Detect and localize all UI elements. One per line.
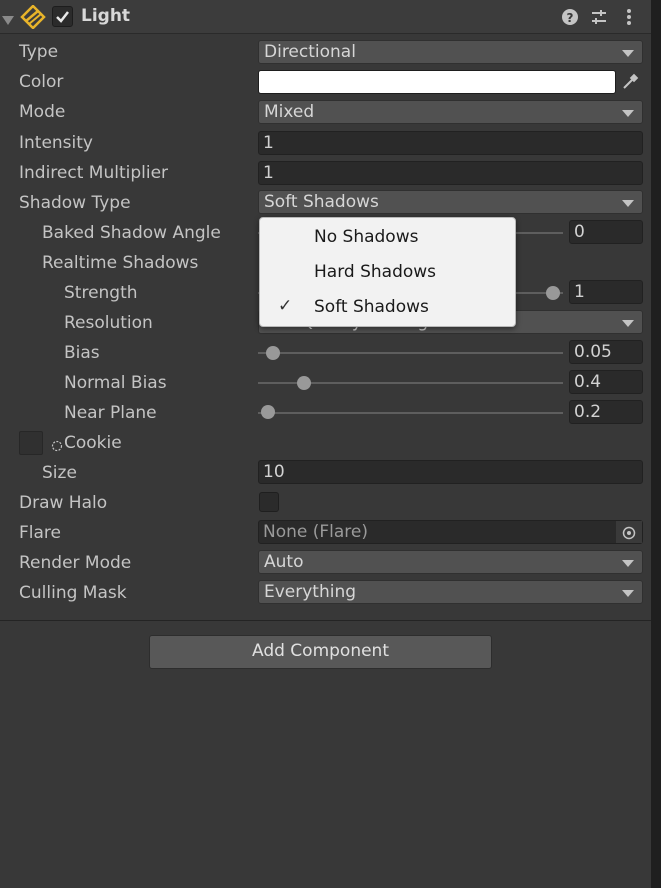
chevron-down-icon <box>622 200 634 207</box>
intensity-field[interactable]: 1 <box>258 131 643 155</box>
option-label: Soft Shadows <box>314 297 429 317</box>
indirect-multiplier-field[interactable]: 1 <box>258 161 643 185</box>
shadow-type-dropdown[interactable]: Soft Shadows <box>258 190 643 214</box>
type-value: Directional <box>264 42 356 62</box>
draw-halo-checkbox[interactable] <box>259 492 279 512</box>
near-plane-label: Near Plane <box>64 403 157 423</box>
size-field[interactable]: 10 <box>258 460 643 484</box>
cookie-foldout-toggle[interactable] <box>19 431 43 455</box>
component-title: Light <box>81 6 131 26</box>
intensity-label: Intensity <box>19 133 93 153</box>
cookie-circle-icon <box>51 437 63 457</box>
normal-bias-field[interactable]: 0.4 <box>569 370 643 394</box>
mode-dropdown[interactable]: Mixed <box>258 100 643 124</box>
chevron-down-icon <box>622 110 634 117</box>
type-label: Type <box>19 42 59 62</box>
strength-label: Strength <box>64 283 138 303</box>
mode-value: Mixed <box>264 102 315 122</box>
realtime-shadows-label: Realtime Shadows <box>42 253 199 273</box>
shadow-type-popup-menu: No Shadows Hard Shadows ✓ Soft Shadows <box>259 217 516 327</box>
type-dropdown[interactable]: Directional <box>258 40 643 64</box>
draw-halo-label: Draw Halo <box>19 493 108 513</box>
window-edge <box>651 0 661 888</box>
svg-text:?: ? <box>567 11 574 25</box>
chevron-down-icon <box>622 50 634 57</box>
color-label: Color <box>19 72 64 92</box>
popup-option-no-shadows[interactable]: No Shadows <box>260 221 515 254</box>
culling-mask-value: Everything <box>264 582 357 602</box>
kebab-menu-icon[interactable] <box>626 9 632 30</box>
target-icon <box>622 525 636 545</box>
light-component-icon <box>20 4 46 34</box>
enabled-checkbox[interactable] <box>52 6 73 27</box>
render-mode-label: Render Mode <box>19 553 132 573</box>
add-component-button[interactable]: Add Component <box>149 635 492 669</box>
option-label: Hard Shadows <box>314 262 437 282</box>
baked-shadow-angle-field[interactable]: 0 <box>569 220 643 244</box>
normal-bias-label: Normal Bias <box>64 373 167 393</box>
light-inspector-panel: Light ? Type Directional Color Mode Mixe… <box>0 0 651 888</box>
near-plane-field[interactable]: 0.2 <box>569 400 643 424</box>
size-label: Size <box>42 463 77 483</box>
mode-label: Mode <box>19 102 66 122</box>
near-plane-slider-thumb[interactable] <box>261 405 275 419</box>
indirect-multiplier-label: Indirect Multiplier <box>19 163 169 183</box>
bias-field[interactable]: 0.05 <box>569 340 643 364</box>
object-picker-button[interactable] <box>615 521 642 543</box>
shadow-type-label: Shadow Type <box>19 193 131 213</box>
culling-mask-dropdown[interactable]: Everything <box>258 580 643 604</box>
popup-option-soft-shadows[interactable]: ✓ Soft Shadows <box>260 291 515 324</box>
triangle-down-icon[interactable] <box>2 11 14 31</box>
render-mode-dropdown[interactable]: Auto <box>258 550 643 574</box>
bias-slider[interactable] <box>258 352 563 354</box>
section-divider <box>0 620 651 621</box>
option-label: No Shadows <box>314 227 419 247</box>
chevron-down-icon <box>622 320 634 327</box>
baked-shadow-angle-label: Baked Shadow Angle <box>42 223 221 243</box>
flare-value: None (Flare) <box>263 522 369 542</box>
color-swatch[interactable] <box>258 70 616 94</box>
bias-label: Bias <box>64 343 100 363</box>
shadow-type-value: Soft Shadows <box>264 192 379 212</box>
resolution-label: Resolution <box>64 313 153 333</box>
normal-bias-slider-thumb[interactable] <box>297 376 311 390</box>
flare-label: Flare <box>19 523 61 543</box>
render-mode-value: Auto <box>264 552 304 572</box>
strength-slider-thumb[interactable] <box>546 286 560 300</box>
chevron-down-icon <box>622 590 634 597</box>
chevron-down-icon <box>622 560 634 567</box>
flare-object-field[interactable]: None (Flare) <box>258 520 643 544</box>
checkmark-icon: ✓ <box>278 296 293 316</box>
culling-mask-label: Culling Mask <box>19 583 127 603</box>
help-icon[interactable]: ? <box>562 9 578 30</box>
strength-field[interactable]: 1 <box>569 280 643 304</box>
near-plane-slider[interactable] <box>258 412 563 414</box>
cookie-label: Cookie <box>64 433 122 453</box>
eyedropper-icon[interactable] <box>621 73 639 96</box>
sliders-icon[interactable] <box>591 9 607 30</box>
component-header[interactable]: Light ? <box>0 0 651 34</box>
bias-slider-thumb[interactable] <box>266 346 280 360</box>
popup-option-hard-shadows[interactable]: Hard Shadows <box>260 256 515 289</box>
